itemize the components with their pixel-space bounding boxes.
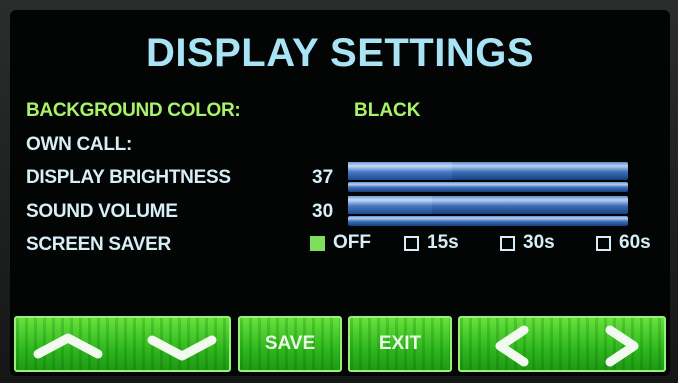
screen-saver-option-label: 60s [619, 232, 651, 253]
exit-button[interactable]: EXIT [348, 316, 452, 372]
screen-saver-option-60s[interactable]: 60s [596, 232, 651, 254]
screen-saver-label[interactable]: SCREEN SAVER [26, 234, 171, 256]
screen-saver-option-label: 30s [523, 232, 555, 253]
button-bar: SAVE EXIT [10, 316, 670, 376]
up-down-button-group [14, 316, 231, 372]
sound-volume-value: 30 [312, 201, 334, 222]
page-title: DISPLAY SETTINGS [145, 31, 535, 75]
display-brightness-slider[interactable] [348, 162, 628, 180]
own-call-label[interactable]: OWN CALL: [26, 134, 132, 156]
checkbox-checked-icon[interactable] [310, 235, 325, 251]
checkbox-icon[interactable] [500, 235, 515, 251]
background-color-label[interactable]: BACKGROUND COLOR: [26, 100, 241, 122]
screen-saver-option-15s[interactable]: 15s [404, 232, 459, 254]
left-right-button-group [458, 316, 666, 372]
screen-saver-option-off[interactable]: OFF [310, 232, 371, 254]
screen-saver-option-30s[interactable]: 30s [500, 232, 555, 254]
background-color-value[interactable]: BLACK [354, 100, 421, 122]
display-brightness-value: 37 [312, 167, 334, 188]
right-arrow-icon[interactable] [460, 318, 668, 374]
sound-volume-label[interactable]: SOUND VOLUME [26, 201, 178, 223]
checkbox-icon[interactable] [404, 235, 419, 251]
sound-volume-fill [348, 196, 432, 214]
sound-volume-slider[interactable] [348, 196, 628, 214]
sound-volume-slider-lower[interactable] [348, 216, 628, 226]
checkbox-icon[interactable] [596, 235, 611, 251]
lcd-screen: DISPLAY SETTINGS BACKGROUND COLOR: BLACK… [10, 10, 670, 376]
display-brightness-slider-lower[interactable] [348, 182, 628, 192]
save-button[interactable]: SAVE [238, 316, 342, 372]
exit-button-label: EXIT [378, 333, 422, 354]
save-button-label: SAVE [264, 333, 316, 354]
display-brightness-label[interactable]: DISPLAY BRIGHTNESS [26, 167, 231, 189]
screen-saver-option-label: OFF [333, 232, 371, 253]
display-brightness-fill [348, 162, 452, 180]
down-arrow-icon[interactable] [16, 318, 233, 374]
screen-saver-option-label: 15s [427, 232, 459, 253]
